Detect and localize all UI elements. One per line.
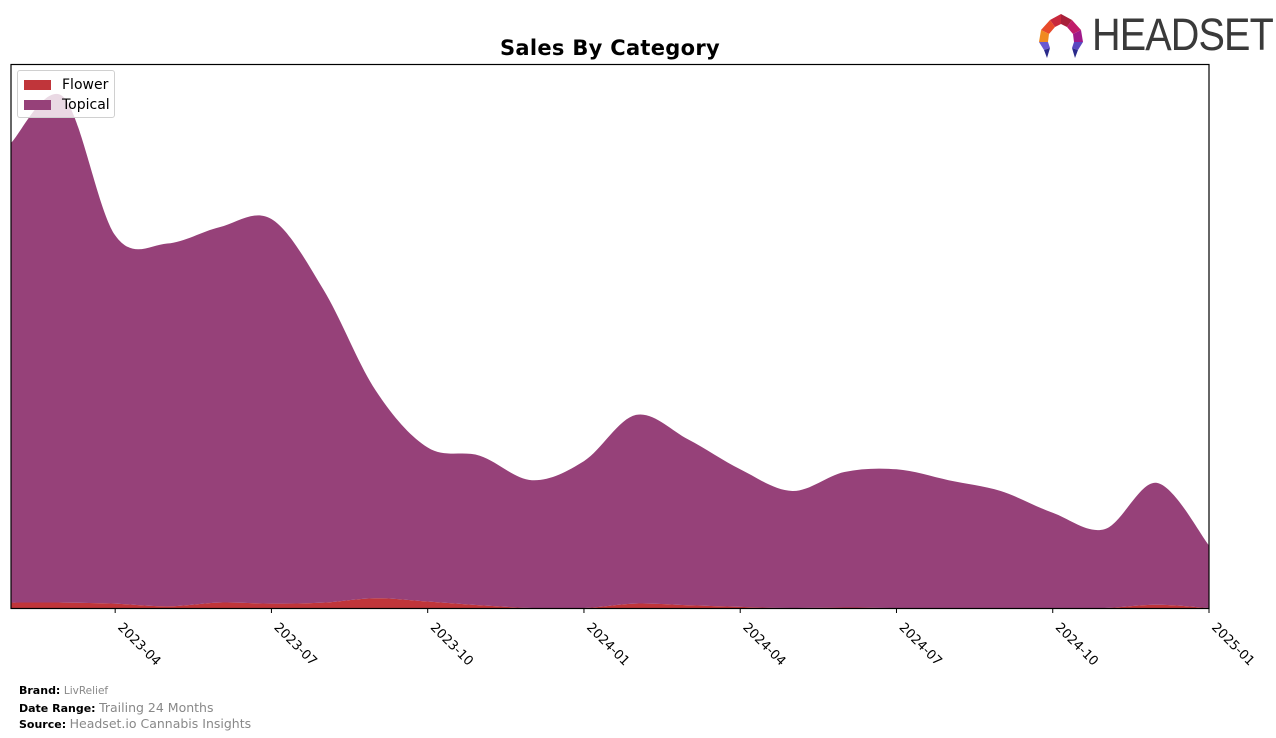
- brand-value: LivRelief: [63, 685, 109, 697]
- x-tick-label: 2023-04: [114, 620, 163, 669]
- chart-areas: [11, 93, 1209, 609]
- footer-source: Source: Headset.io Cannabis Insights: [19, 716, 251, 733]
- headset-logo-icon: [1039, 14, 1083, 58]
- x-tick-label: 2024-07: [896, 620, 945, 669]
- legend-swatch-topical: [24, 100, 51, 110]
- x-tick-label: 2023-10: [427, 620, 476, 669]
- legend: Flower Topical: [17, 70, 115, 118]
- area-topical: [11, 93, 1209, 609]
- source-label: Source:: [19, 718, 67, 731]
- x-axis-ticks: 2023-04 2023-07 2023-10 2024-01 2024-04 2024-…: [114, 608, 1257, 669]
- headset-logo: HEADSET: [1036, 10, 1274, 62]
- legend-label-topical: Topical: [62, 97, 110, 113]
- x-tick-label: 2023-07: [271, 620, 320, 669]
- date-range-label: Date Range:: [19, 701, 96, 715]
- x-tick-label: 2024-10: [1052, 620, 1101, 669]
- legend-item-flower: Flower: [24, 77, 108, 93]
- footer-date-range: Date Range: Trailing 24 Months: [19, 700, 251, 717]
- legend-label-flower: Flower: [62, 77, 109, 93]
- x-tick-label: 2025-01: [1208, 620, 1257, 669]
- footer-info: Brand: LivRelief Date Range: Trailing 24…: [19, 683, 251, 733]
- date-range-value: Trailing 24 Months: [99, 699, 214, 715]
- x-tick-label: 2024-01: [583, 620, 632, 669]
- brand-label: Brand:: [19, 684, 61, 697]
- legend-item-topical: Topical: [24, 97, 110, 113]
- footer-brand: Brand: LivRelief: [19, 683, 251, 700]
- legend-swatch-flower: [24, 80, 51, 90]
- x-tick-label: 2024-04: [739, 620, 788, 669]
- chart-plot: 2023-04 2023-07 2023-10 2024-01 2024-04 2024-…: [10, 63, 1257, 669]
- source-value: Headset.io Cannabis Insights: [69, 716, 252, 731]
- headset-logo-text: HEADSET: [1092, 9, 1274, 60]
